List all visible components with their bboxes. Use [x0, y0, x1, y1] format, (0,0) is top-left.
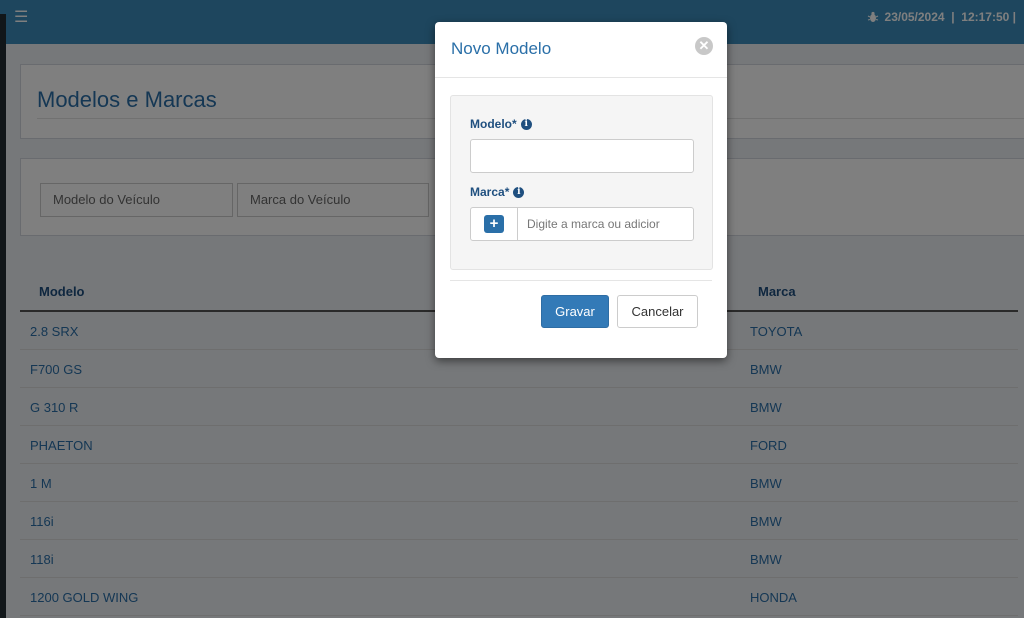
modal-footer-divider: [450, 280, 712, 281]
plus-icon[interactable]: +: [484, 215, 504, 233]
add-marca-addon: +: [471, 208, 518, 240]
marca-input-group: + Digite a marca ou adicior: [470, 207, 694, 241]
marca-label: Marca*: [470, 185, 510, 199]
form-well: Modelo* i Marca* i + Digite a marca ou a…: [450, 95, 713, 270]
close-icon[interactable]: ✕: [695, 37, 713, 55]
modelo-label: Modelo*: [470, 117, 517, 131]
modal-title: Novo Modelo: [451, 39, 552, 58]
marca-label-group: Marca* i: [470, 185, 525, 199]
info-icon[interactable]: i: [513, 186, 525, 198]
modelo-label-group: Modelo* i: [470, 117, 532, 131]
info-icon[interactable]: i: [520, 118, 532, 130]
modal-header-divider: [435, 77, 727, 78]
save-button[interactable]: Gravar: [541, 295, 609, 328]
modelo-input[interactable]: [470, 139, 694, 173]
novo-modelo-modal: Novo Modelo ✕ Modelo* i Marca* i + Digit…: [435, 22, 727, 358]
marca-input[interactable]: Digite a marca ou adicior: [527, 217, 691, 231]
cancel-button[interactable]: Cancelar: [617, 295, 698, 328]
